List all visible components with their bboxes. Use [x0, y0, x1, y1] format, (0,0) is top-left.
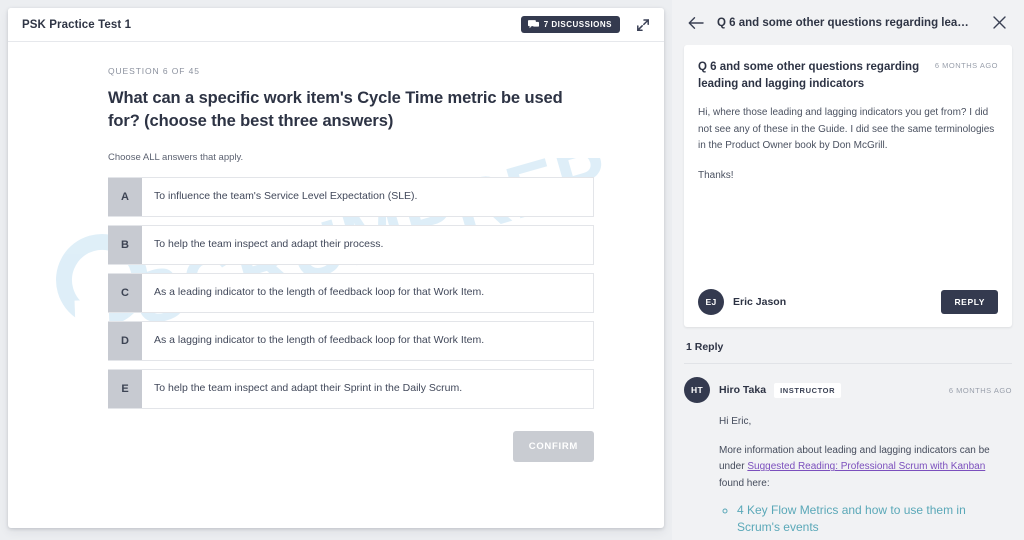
reply-button[interactable]: REPLY: [941, 290, 998, 314]
discussions-badge[interactable]: 7 DISCUSSIONS: [520, 16, 620, 33]
option-text: As a lagging indicator to the length of …: [154, 334, 485, 347]
option-letter: C: [108, 273, 142, 312]
suggested-reading-link[interactable]: Suggested Reading: Professional Scrum wi…: [747, 461, 985, 472]
answer-options: A To influence the team's Service Level …: [108, 176, 594, 409]
answer-option-a[interactable]: A To influence the team's Service Level …: [108, 176, 594, 217]
avatar: EJ: [698, 289, 724, 315]
discussion-scroll-area[interactable]: Q 6 and some other questions regarding l…: [672, 45, 1024, 540]
reply-body: Hi Eric, More information about leading …: [719, 414, 1012, 537]
thread-author-name: Eric Jason: [733, 296, 787, 308]
reply-item: HT Hiro Taka INSTRUCTOR 6 MONTHS AGO Hi …: [684, 363, 1012, 537]
back-arrow-icon[interactable]: [685, 12, 707, 34]
avatar: HT: [684, 377, 710, 403]
option-text: As a leading indicator to the length of …: [154, 286, 485, 299]
quiz-pane: PSK Practice Test 1 7 DISCUSSIONS QUESTI…: [0, 0, 672, 540]
quiz-body: QUESTION 6 OF 45 What can a specific wor…: [8, 42, 664, 462]
quiz-header-actions: 7 DISCUSSIONS: [520, 16, 652, 34]
answer-option-e[interactable]: E To help the team inspect and adapt the…: [108, 368, 594, 409]
question-counter: QUESTION 6 OF 45: [108, 66, 200, 76]
chat-icon: [527, 20, 539, 29]
reply-greeting: Hi Eric,: [719, 416, 752, 427]
quiz-card: PSK Practice Test 1 7 DISCUSSIONS QUESTI…: [8, 8, 664, 528]
flow-metrics-link[interactable]: 4 Key Flow Metrics and how to use them i…: [737, 503, 966, 534]
discussion-header: Q 6 and some other questions regarding l…: [672, 0, 1024, 45]
close-icon[interactable]: [988, 12, 1010, 34]
question-text: What can a specific work item's Cycle Ti…: [108, 89, 563, 131]
instructor-badge: INSTRUCTOR: [774, 382, 842, 398]
app-root: PSK Practice Test 1 7 DISCUSSIONS QUESTI…: [0, 0, 1024, 540]
question-instruction: Choose ALL answers that apply.: [108, 151, 244, 163]
quiz-header: PSK Practice Test 1 7 DISCUSSIONS: [8, 8, 664, 42]
option-letter: A: [108, 177, 142, 216]
option-letter: D: [108, 321, 142, 360]
reply-header: HT Hiro Taka INSTRUCTOR 6 MONTHS AGO: [684, 377, 1012, 403]
thread-timestamp: 6 MONTHS AGO: [934, 61, 998, 70]
discussion-pane: Q 6 and some other questions regarding l…: [672, 0, 1024, 540]
answer-option-c[interactable]: C As a leading indicator to the length o…: [108, 272, 594, 313]
option-text: To help the team inspect and adapt their…: [154, 382, 463, 395]
reply-text-after-link: found here:: [719, 477, 770, 489]
option-text: To help the team inspect and adapt their…: [154, 238, 384, 251]
option-letter: B: [108, 225, 142, 264]
quiz-title: PSK Practice Test 1: [22, 18, 132, 31]
reply-paragraph: More information about leading and laggi…: [719, 443, 1012, 492]
thread-card: Q 6 and some other questions regarding l…: [684, 45, 1012, 327]
discussion-header-title: Q 6 and some other questions regarding l…: [717, 16, 969, 29]
thread-body: Hi, where those leading and lagging indi…: [698, 105, 998, 184]
answer-option-b[interactable]: B To help the team inspect and adapt the…: [108, 224, 594, 265]
list-item[interactable]: 4 Key Flow Metrics and how to use them i…: [737, 502, 1012, 537]
reply-timestamp: 6 MONTHS AGO: [948, 385, 1012, 395]
thread-paragraph-1: Hi, where those leading and lagging indi…: [698, 107, 995, 151]
reply-count: 1 Reply: [686, 341, 724, 353]
confirm-button[interactable]: CONFIRM: [512, 430, 594, 462]
option-text: To influence the team's Service Level Ex…: [154, 190, 418, 203]
option-letter: E: [108, 369, 142, 408]
expand-icon[interactable]: [634, 16, 652, 34]
thread-title: Q 6 and some other questions regarding l…: [698, 61, 920, 90]
discussions-badge-label: 7 DISCUSSIONS: [543, 20, 612, 29]
reply-link-list: 4 Key Flow Metrics and how to use them i…: [737, 502, 1012, 537]
thread-header: Q 6 and some other questions regarding l…: [698, 59, 998, 92]
reply-author-name: Hiro Taka: [719, 384, 767, 396]
answer-option-d[interactable]: D As a lagging indicator to the length o…: [108, 320, 594, 361]
thread-paragraph-2: Thanks!: [698, 169, 734, 181]
thread-footer: EJ Eric Jason REPLY: [698, 289, 998, 315]
confirm-row: CONFIRM: [108, 409, 594, 462]
